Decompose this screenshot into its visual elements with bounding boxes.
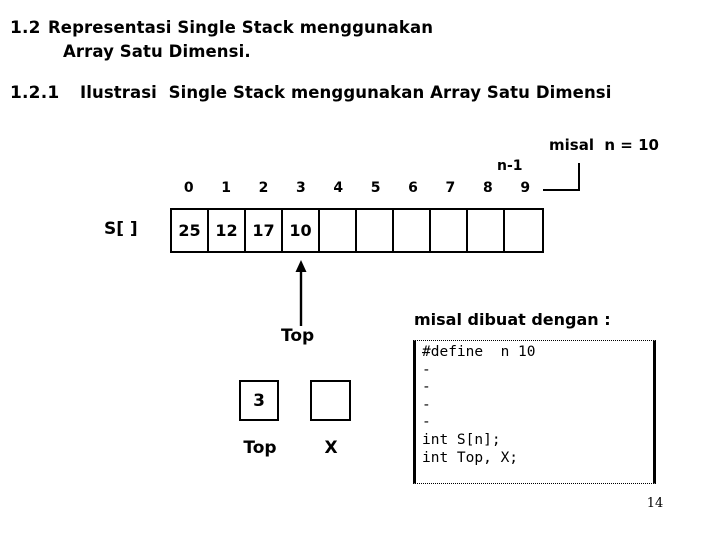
- top-pointer-arrow-icon: [295, 260, 307, 326]
- array-cell: [505, 210, 542, 251]
- array-name-label: S[ ]: [104, 219, 138, 239]
- slide-canvas: 1.2 Representasi Single Stack menggunaka…: [0, 0, 720, 540]
- variable-box-x: [310, 380, 351, 421]
- array-index-label: 9: [520, 180, 531, 196]
- last-index-label: n-1: [497, 158, 523, 174]
- array-index-label: 7: [445, 180, 456, 196]
- section-title-line2: Array Satu Dimensi.: [63, 42, 251, 61]
- array-diagram: 25 12 17 10: [170, 208, 544, 253]
- array-index-label: 4: [333, 180, 344, 196]
- subsection-title: Ilustrasi Single Stack menggunakan Array…: [80, 83, 612, 102]
- array-index-label: 2: [258, 180, 269, 196]
- array-cell: [431, 210, 468, 251]
- section-title-line1: Representasi Single Stack menggunakan: [48, 18, 434, 37]
- page-number: 14: [646, 496, 664, 511]
- array-index-label: 6: [408, 180, 418, 196]
- array-cell: [394, 210, 431, 251]
- array-cell: 10: [283, 210, 320, 251]
- array-cell-row: 25 12 17 10: [170, 208, 544, 253]
- code-block: #define n 10 - - - - int S[n]; int Top, …: [413, 340, 656, 484]
- array-cell: [320, 210, 357, 251]
- subsection-number: 1.2.1: [10, 83, 60, 103]
- array-index-label: 0: [183, 180, 194, 196]
- code-block-caption: misal dibuat dengan :: [414, 310, 611, 329]
- variable-caption-x: X: [324, 438, 338, 458]
- array-cell: [357, 210, 394, 251]
- array-index-label: 8: [482, 180, 493, 196]
- array-index-row: 0 1 2 3 4 5 6 7 8 9: [170, 180, 544, 196]
- array-cell: [468, 210, 505, 251]
- array-cell: 25: [172, 210, 209, 251]
- top-pointer-label: Top: [281, 326, 315, 346]
- array-capacity-note: misal n = 10: [549, 136, 659, 154]
- variable-caption-top: Top: [243, 438, 277, 458]
- code-block-text: #define n 10 - - - - int S[n]; int Top, …: [422, 344, 536, 466]
- capacity-leader-vertical-line: [578, 163, 580, 191]
- capacity-leader-horizontal-line: [543, 189, 580, 191]
- array-cell: 12: [209, 210, 246, 251]
- array-index-label: 1: [221, 180, 231, 196]
- variable-box-top: 3: [239, 380, 279, 421]
- array-index-label: 3: [295, 180, 306, 196]
- section-number: 1.2: [10, 18, 41, 38]
- array-cell: 17: [246, 210, 283, 251]
- array-index-label: 5: [370, 180, 381, 196]
